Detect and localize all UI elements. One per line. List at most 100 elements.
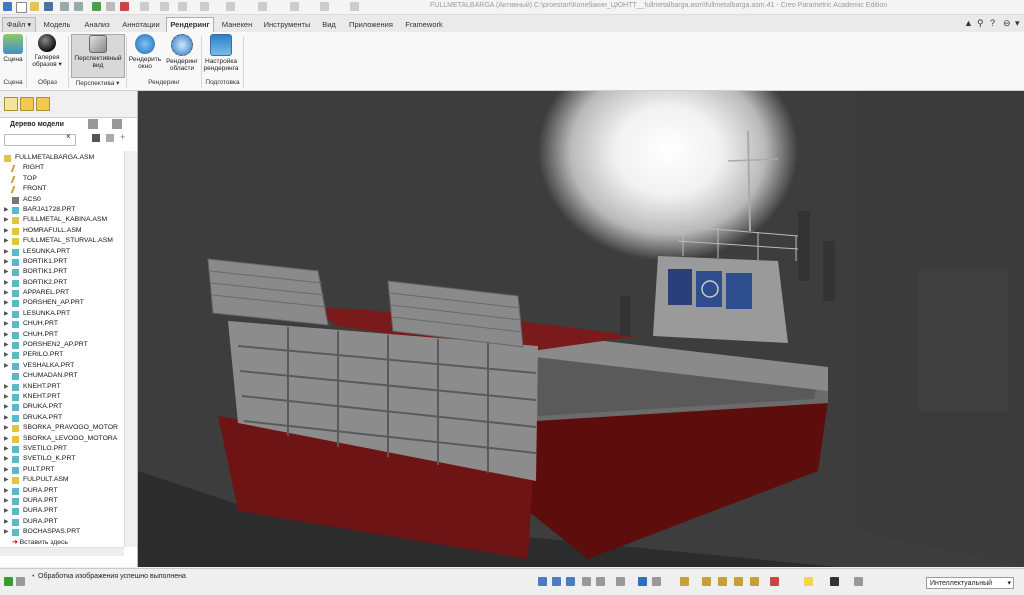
new-icon[interactable]: [16, 2, 27, 13]
expand-icon[interactable]: ▶: [4, 267, 9, 277]
expand-icon[interactable]: ▶: [4, 319, 9, 329]
datum-display-icon[interactable]: [680, 577, 689, 586]
expand-icon[interactable]: ▶: [4, 288, 9, 298]
tree-item[interactable]: ▶ DURA.PRT: [0, 496, 124, 506]
scene-button[interactable]: Сцена: [2, 34, 24, 63]
tree-scrollbar[interactable]: [124, 151, 137, 547]
expand-icon[interactable]: ▶: [4, 496, 9, 506]
expand-icon[interactable]: ▶: [4, 423, 9, 433]
expand-icon[interactable]: ▶: [4, 309, 9, 319]
expand-icon[interactable]: ▶: [4, 226, 9, 236]
tree-item[interactable]: ▶ PORSHEN_AP.PRT: [0, 298, 124, 308]
repaint-icon[interactable]: [582, 577, 591, 586]
expand-icon[interactable]: ▶: [4, 205, 9, 215]
filter-icon[interactable]: [106, 134, 114, 142]
tree-item[interactable]: ▶ SVETILO.PRT: [0, 444, 124, 454]
search-icon[interactable]: ⚲: [977, 18, 984, 29]
tab-annotations[interactable]: Аннотации: [118, 17, 164, 33]
close-window-icon[interactable]: [120, 2, 129, 11]
tree-item[interactable]: ▶ APPAREL.PRT: [0, 288, 124, 298]
zoom-out-icon[interactable]: [566, 577, 575, 586]
tree-item[interactable]: ▶ DRUKA.PRT: [0, 413, 124, 423]
open-icon[interactable]: [30, 2, 39, 11]
display-icon[interactable]: [140, 2, 149, 11]
minimize-ribbon-icon[interactable]: ▲: [964, 18, 973, 28]
folder-browser-tab-icon[interactable]: [20, 97, 34, 111]
redo-icon[interactable]: [74, 2, 83, 11]
help-icon[interactable]: ?: [990, 18, 995, 28]
display-style-icon[interactable]: [638, 577, 647, 586]
tree-item[interactable]: ▶ BORTIK1.PRT: [0, 257, 124, 267]
expand-icon[interactable]: ▶: [4, 527, 9, 537]
tree-item[interactable]: ▶ FULLMETAL_KABINA.ASM: [0, 215, 124, 225]
tree-item[interactable]: ▶ KNEHT.PRT: [0, 392, 124, 402]
regenerate-icon[interactable]: [92, 2, 101, 11]
tree-item[interactable]: ▶ KNEHT.PRT: [0, 382, 124, 392]
expand-icon[interactable]: ▶: [4, 475, 9, 485]
tree-item[interactable]: ▶ LESUNKA.PRT: [0, 309, 124, 319]
add-icon[interactable]: +: [120, 132, 125, 142]
tree-item[interactable]: ▶ FULLMETAL_STURVAL.ASM: [0, 236, 124, 246]
expand-icon[interactable]: ▶: [4, 444, 9, 454]
tree-item[interactable]: ▶ BORTIK2.PRT: [0, 278, 124, 288]
tab-tools[interactable]: Инструменты: [260, 17, 314, 33]
model-tree-tab-icon[interactable]: [4, 97, 18, 111]
find-binoculars-icon[interactable]: [830, 577, 839, 586]
expand-icon[interactable]: ▶: [4, 340, 9, 350]
expand-icon[interactable]: ▶: [4, 257, 9, 267]
tree-columns-icon[interactable]: [112, 119, 122, 129]
tree-item[interactable]: ▶ LESUNKA.PRT: [0, 247, 124, 257]
expand-icon[interactable]: ▶: [4, 454, 9, 464]
expand-icon[interactable]: ▶: [4, 330, 9, 340]
tree-item[interactable]: CHUMADAN.PRT: [0, 371, 124, 381]
menu-chevron-icon[interactable]: ▾: [1015, 18, 1020, 29]
expand-icon[interactable]: ▶: [4, 382, 9, 392]
expand-icon[interactable]: ▶: [4, 278, 9, 288]
expand-icon[interactable]: ▶: [4, 506, 9, 516]
tree-item[interactable]: FRONT: [0, 184, 124, 194]
appearance-gallery-button[interactable]: Галерея образов ▾: [30, 34, 64, 68]
graphics-viewport[interactable]: [138, 91, 1024, 567]
tree-item[interactable]: RIGHT: [0, 163, 124, 173]
expand-icon[interactable]: ▶: [4, 392, 9, 402]
render-setup-button[interactable]: Настройка рендеринга: [203, 34, 239, 72]
annotation-icon[interactable]: [160, 2, 169, 11]
planes-icon[interactable]: [702, 577, 711, 586]
tab-rendering[interactable]: Рендеринг: [166, 17, 214, 33]
tree-item[interactable]: ▶ BARJA1728.PRT: [0, 205, 124, 215]
selection-box-icon[interactable]: [854, 577, 863, 586]
status-toggle-icon[interactable]: [4, 577, 13, 586]
expand-icon[interactable]: ▶: [4, 215, 9, 225]
view-manager-icon[interactable]: [596, 577, 605, 586]
expand-icon[interactable]: ▶: [4, 517, 9, 527]
undo-icon[interactable]: [60, 2, 69, 11]
tree-item[interactable]: ▶ DURA.PRT: [0, 506, 124, 516]
annotation-display-icon[interactable]: [804, 577, 813, 586]
expand-icon[interactable]: ▶: [4, 350, 9, 360]
appearance-icon[interactable]: [290, 2, 299, 11]
tab-framework[interactable]: Framework: [400, 17, 448, 33]
expand-icon[interactable]: ▶: [4, 298, 9, 308]
measure-icon[interactable]: [226, 2, 235, 11]
tree-item[interactable]: ▶ CHUH.PRT: [0, 319, 124, 329]
tab-applications[interactable]: Приложения: [344, 17, 398, 33]
datum-icon[interactable]: [178, 2, 187, 11]
save-icon[interactable]: [44, 2, 53, 11]
expand-icon[interactable]: ▶: [4, 434, 9, 444]
views-icon[interactable]: [350, 2, 359, 11]
expand-icon[interactable]: ▶: [4, 361, 9, 371]
group-perspective-label[interactable]: Перспектива ▾: [69, 79, 126, 87]
tree-item[interactable]: ▶ PERILO.PRT: [0, 350, 124, 360]
settings-icon[interactable]: ⊖: [1003, 18, 1011, 29]
model-display-icon[interactable]: [200, 2, 209, 11]
render-window-button[interactable]: Рендерить окно: [128, 34, 162, 70]
expand-icon[interactable]: ▶: [4, 247, 9, 257]
expand-icon[interactable]: ▶: [4, 236, 9, 246]
insert-here-marker[interactable]: ➜ Вставить здесь: [12, 538, 68, 546]
expand-icon[interactable]: ▶: [4, 413, 9, 423]
find-icon[interactable]: [92, 134, 100, 142]
tree-item[interactable]: ▶ SBORKA_PRAVOGO_MOTOR: [0, 423, 124, 433]
tree-item[interactable]: ▶ VESHALKA.PRT: [0, 361, 124, 371]
spin-center-icon[interactable]: [770, 577, 779, 586]
tree-item[interactable]: ▶ DURA.PRT: [0, 486, 124, 496]
